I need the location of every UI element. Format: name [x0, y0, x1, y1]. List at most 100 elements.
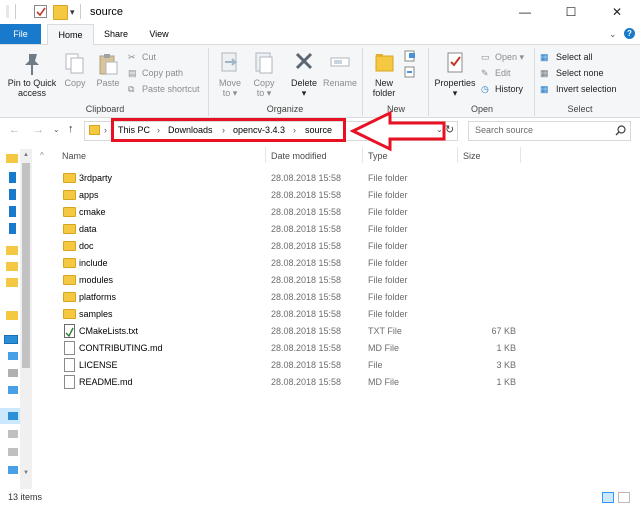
- column-header-name[interactable]: Name: [62, 151, 86, 161]
- table-row[interactable]: 3rdparty 28.08.2018 15:58 File folder: [60, 170, 520, 187]
- open-button[interactable]: ▭ Open ▾: [481, 50, 524, 64]
- nav-pane-icon[interactable]: [9, 172, 16, 183]
- nav-pane-folder-icon[interactable]: [6, 278, 18, 287]
- nav-pane-icon[interactable]: [8, 386, 18, 394]
- delete-button[interactable]: Delete ▾: [286, 50, 322, 98]
- table-row[interactable]: doc 28.08.2018 15:58 File folder: [60, 238, 520, 255]
- file-type: File folder: [368, 275, 408, 285]
- highlight-box: [111, 118, 346, 142]
- properties-button[interactable]: Properties ▾: [432, 50, 478, 98]
- tab-file[interactable]: File: [0, 24, 41, 44]
- paste-button[interactable]: Paste: [92, 52, 124, 88]
- table-row[interactable]: LICENSE 28.08.2018 15:58 File 3 KB: [60, 357, 520, 374]
- search-icon[interactable]: [615, 125, 626, 136]
- quick-access-folder-icon[interactable]: [6, 154, 18, 163]
- group-label-open: Open: [470, 104, 494, 114]
- select-none-button[interactable]: ▦ Select none: [540, 66, 604, 80]
- table-row[interactable]: cmake 28.08.2018 15:58 File folder: [60, 204, 520, 221]
- back-arrow-icon[interactable]: ←: [9, 124, 20, 136]
- file-size: [440, 289, 516, 306]
- details-view-icon[interactable]: [602, 492, 614, 503]
- breadcrumb-separator: ›: [104, 125, 107, 135]
- nav-pane-icon[interactable]: [8, 448, 18, 456]
- table-row[interactable]: include 28.08.2018 15:58 File folder: [60, 255, 520, 272]
- file-type: File folder: [368, 258, 408, 268]
- recent-locations-icon[interactable]: ⌄: [53, 125, 60, 134]
- maximize-button[interactable]: ☐: [548, 0, 594, 24]
- table-row[interactable]: modules 28.08.2018 15:58 File folder: [60, 272, 520, 289]
- invert-selection-button[interactable]: ▦ Invert selection: [540, 82, 617, 96]
- refresh-button[interactable]: ↻: [445, 123, 454, 136]
- nav-pane-icon[interactable]: [9, 206, 16, 217]
- table-row[interactable]: CONTRIBUTING.md 28.08.2018 15:58 MD File 1 …: [60, 340, 520, 357]
- help-icon[interactable]: ?: [624, 28, 635, 39]
- table-row[interactable]: apps 28.08.2018 15:58 File folder: [60, 187, 520, 204]
- group-separator: [362, 48, 363, 116]
- copy-button[interactable]: Copy: [60, 52, 90, 88]
- tab-view[interactable]: View: [139, 24, 179, 44]
- file-size: [440, 204, 516, 221]
- column-divider[interactable]: [520, 147, 521, 163]
- nav-pane-icon[interactable]: [9, 223, 16, 234]
- easy-access-icon[interactable]: [403, 66, 417, 78]
- column-divider[interactable]: [362, 147, 363, 163]
- copy-path-button[interactable]: ▤ Copy path: [128, 66, 183, 80]
- address-dropdown-icon[interactable]: ⌄: [436, 125, 443, 134]
- file-size: 1 KB: [496, 377, 516, 387]
- column-header-size[interactable]: Size: [463, 151, 481, 161]
- properties-quick-access-icon[interactable]: [34, 5, 47, 18]
- new-item-icon[interactable]: [403, 50, 417, 62]
- nav-pane-icon[interactable]: [9, 189, 16, 200]
- table-row[interactable]: data 28.08.2018 15:58 File folder: [60, 221, 520, 238]
- pin-to-quick-access-button[interactable]: Pin to Quick access: [4, 52, 60, 98]
- copy-path-icon: ▤: [128, 68, 137, 78]
- large-icons-view-icon[interactable]: [618, 492, 630, 503]
- minimize-button[interactable]: —: [502, 0, 548, 24]
- column-header-type[interactable]: Type: [368, 151, 388, 161]
- expand-ribbon-icon[interactable]: ⌄: [609, 29, 617, 40]
- nav-pane-folder-icon[interactable]: [6, 311, 18, 320]
- nav-pane-icon[interactable]: [8, 412, 18, 420]
- column-divider[interactable]: [265, 147, 266, 163]
- column-divider[interactable]: [457, 147, 458, 163]
- table-row[interactable]: platforms 28.08.2018 15:58 File folder: [60, 289, 520, 306]
- nav-pane-folder-icon[interactable]: [6, 246, 18, 255]
- system-menu-icon[interactable]: [6, 5, 9, 18]
- file-name: samples: [79, 309, 113, 319]
- nav-pane-icon[interactable]: [8, 369, 18, 377]
- nav-pane-icon[interactable]: [8, 430, 18, 438]
- select-all-button[interactable]: ▦ Select all: [540, 50, 593, 64]
- this-pc-icon[interactable]: [4, 335, 18, 344]
- file-size: [440, 306, 516, 323]
- cut-button[interactable]: ✂ Cut: [128, 50, 156, 64]
- forward-arrow-icon[interactable]: →: [33, 124, 44, 136]
- scrollbar-thumb[interactable]: [22, 163, 30, 368]
- rename-button[interactable]: Rename: [322, 50, 358, 88]
- select-none-icon: ▦: [540, 68, 549, 78]
- new-folder-button[interactable]: New folder: [368, 50, 400, 98]
- column-header-date[interactable]: Date modified: [271, 151, 327, 161]
- nav-pane-folder-icon[interactable]: [6, 262, 18, 271]
- up-arrow-icon[interactable]: ↑: [68, 123, 74, 135]
- open-icon: ▭: [481, 52, 490, 62]
- paste-shortcut-button[interactable]: ⧉ Paste shortcut: [128, 82, 200, 96]
- table-row[interactable]: README.md 28.08.2018 15:58 MD File 1 KB: [60, 374, 520, 391]
- edit-button[interactable]: ✎ Edit: [481, 66, 511, 80]
- close-button[interactable]: ✕: [594, 0, 640, 24]
- history-button[interactable]: ◷ History: [481, 82, 523, 96]
- copy-to-button[interactable]: Copy to ▾: [248, 50, 280, 98]
- scroll-down-icon[interactable]: ▼: [23, 470, 29, 476]
- customize-toolbar-icon[interactable]: ▾: [70, 7, 75, 18]
- pin-icon: [25, 54, 39, 75]
- new-folder-quick-access-icon[interactable]: [53, 5, 68, 20]
- scroll-up-icon[interactable]: ▲: [23, 152, 29, 158]
- tab-share[interactable]: Share: [96, 24, 136, 44]
- move-to-button[interactable]: Move to ▾: [214, 50, 246, 98]
- tab-home[interactable]: Home: [47, 24, 94, 45]
- file-name: apps: [79, 190, 99, 200]
- delete-label-line2: ▾: [301, 88, 307, 98]
- nav-pane-icon[interactable]: [8, 352, 18, 360]
- nav-pane-icon[interactable]: [8, 466, 18, 474]
- table-row[interactable]: samples 28.08.2018 15:58 File folder: [60, 306, 520, 323]
- table-row[interactable]: CMakeLists.txt 28.08.2018 15:58 TXT File 67…: [60, 323, 520, 340]
